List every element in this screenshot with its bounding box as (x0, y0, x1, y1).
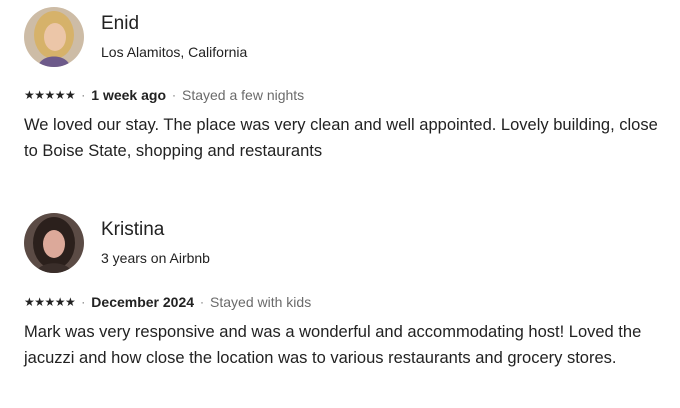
avatar[interactable] (24, 7, 84, 67)
separator-dot: · (81, 295, 86, 309)
stay-type: Stayed a few nights (182, 87, 305, 103)
reviewer-name[interactable]: Kristina (101, 219, 210, 241)
avatar-image (24, 213, 84, 273)
separator-dot: · (172, 88, 176, 102)
review-date: December 2024 (91, 294, 195, 310)
stay-type: Stayed with kids (210, 294, 312, 310)
review-card: Kristina 3 years on Airbnb ★★★★★ · Decem… (24, 210, 664, 371)
review-meta: ★★★★★ · December 2024 · Stayed with kids (24, 293, 664, 311)
review-date: 1 week ago (91, 87, 166, 103)
reviewer-tenure: 3 years on Airbnb (101, 250, 210, 266)
reviewer-header: Enid Los Alamitos, California (24, 4, 664, 70)
rating-stars-icon: ★★★★★ (24, 295, 76, 309)
separator-dot: · (200, 295, 205, 309)
reviews-list: Enid Los Alamitos, California ★★★★★ · 1 … (0, 0, 680, 408)
reviewer-name[interactable]: Enid (101, 13, 247, 35)
review-meta: ★★★★★ · 1 week ago · Stayed a few nights (24, 86, 664, 104)
avatar-image (24, 7, 84, 67)
review-text: We loved our stay. The place was very cl… (24, 116, 658, 160)
review-text: Mark was very responsive and was a wonde… (24, 323, 642, 367)
rating-stars-icon: ★★★★★ (24, 88, 76, 102)
reviewer-location: Los Alamitos, California (101, 44, 248, 60)
reviewer-header: Kristina 3 years on Airbnb (24, 210, 664, 276)
separator-dot: · (81, 88, 86, 102)
avatar[interactable] (24, 213, 84, 273)
review-card: Enid Los Alamitos, California ★★★★★ · 1 … (24, 4, 664, 164)
